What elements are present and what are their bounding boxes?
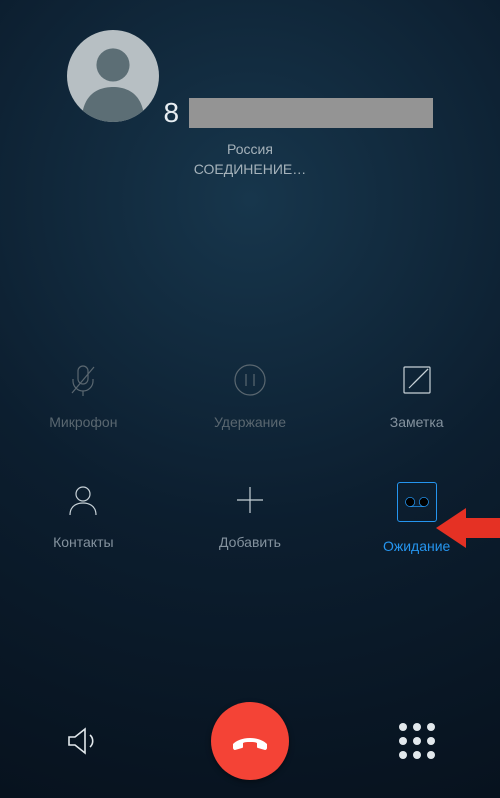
country-label: Россия xyxy=(0,141,500,157)
plus-icon xyxy=(232,482,268,518)
bottom-bar xyxy=(0,702,500,780)
contacts-button[interactable]: Контакты xyxy=(23,482,143,554)
mic-off-icon xyxy=(65,362,101,398)
contacts-label: Контакты xyxy=(53,534,113,550)
edit-note-icon xyxy=(399,362,435,398)
dialpad-icon xyxy=(399,723,435,759)
dialpad-button[interactable] xyxy=(390,714,444,768)
add-label: Добавить xyxy=(219,534,281,550)
phone-number-masked xyxy=(189,98,433,128)
add-call-button[interactable]: Добавить xyxy=(190,482,310,554)
note-label: Заметка xyxy=(390,414,444,430)
call-actions-grid: Микрофон Удержание Заметка xyxy=(0,362,500,554)
pause-icon xyxy=(232,362,268,398)
call-status: СОЕДИНЕНИЕ… xyxy=(0,161,500,177)
note-button[interactable]: Заметка xyxy=(357,362,477,430)
speaker-icon xyxy=(65,723,101,759)
hold-toggle[interactable]: Удержание xyxy=(190,362,310,430)
phone-number-prefix: 8 xyxy=(163,97,179,129)
contact-area: 8 Россия СОЕДИНЕНИЕ… xyxy=(0,0,500,177)
person-icon xyxy=(67,30,159,122)
avatar xyxy=(67,30,159,122)
person-outline-icon xyxy=(65,482,101,518)
end-call-button[interactable] xyxy=(211,702,289,780)
mic-toggle[interactable]: Микрофон xyxy=(23,362,143,430)
phone-number: 8 xyxy=(163,97,433,129)
voicemail-icon xyxy=(397,482,437,522)
hangup-icon xyxy=(230,721,270,761)
waiting-label: Ожидание xyxy=(383,538,450,554)
speaker-button[interactable] xyxy=(56,714,110,768)
mic-label: Микрофон xyxy=(49,414,117,430)
call-waiting-button[interactable]: Ожидание xyxy=(357,482,477,554)
hold-label: Удержание xyxy=(214,414,286,430)
